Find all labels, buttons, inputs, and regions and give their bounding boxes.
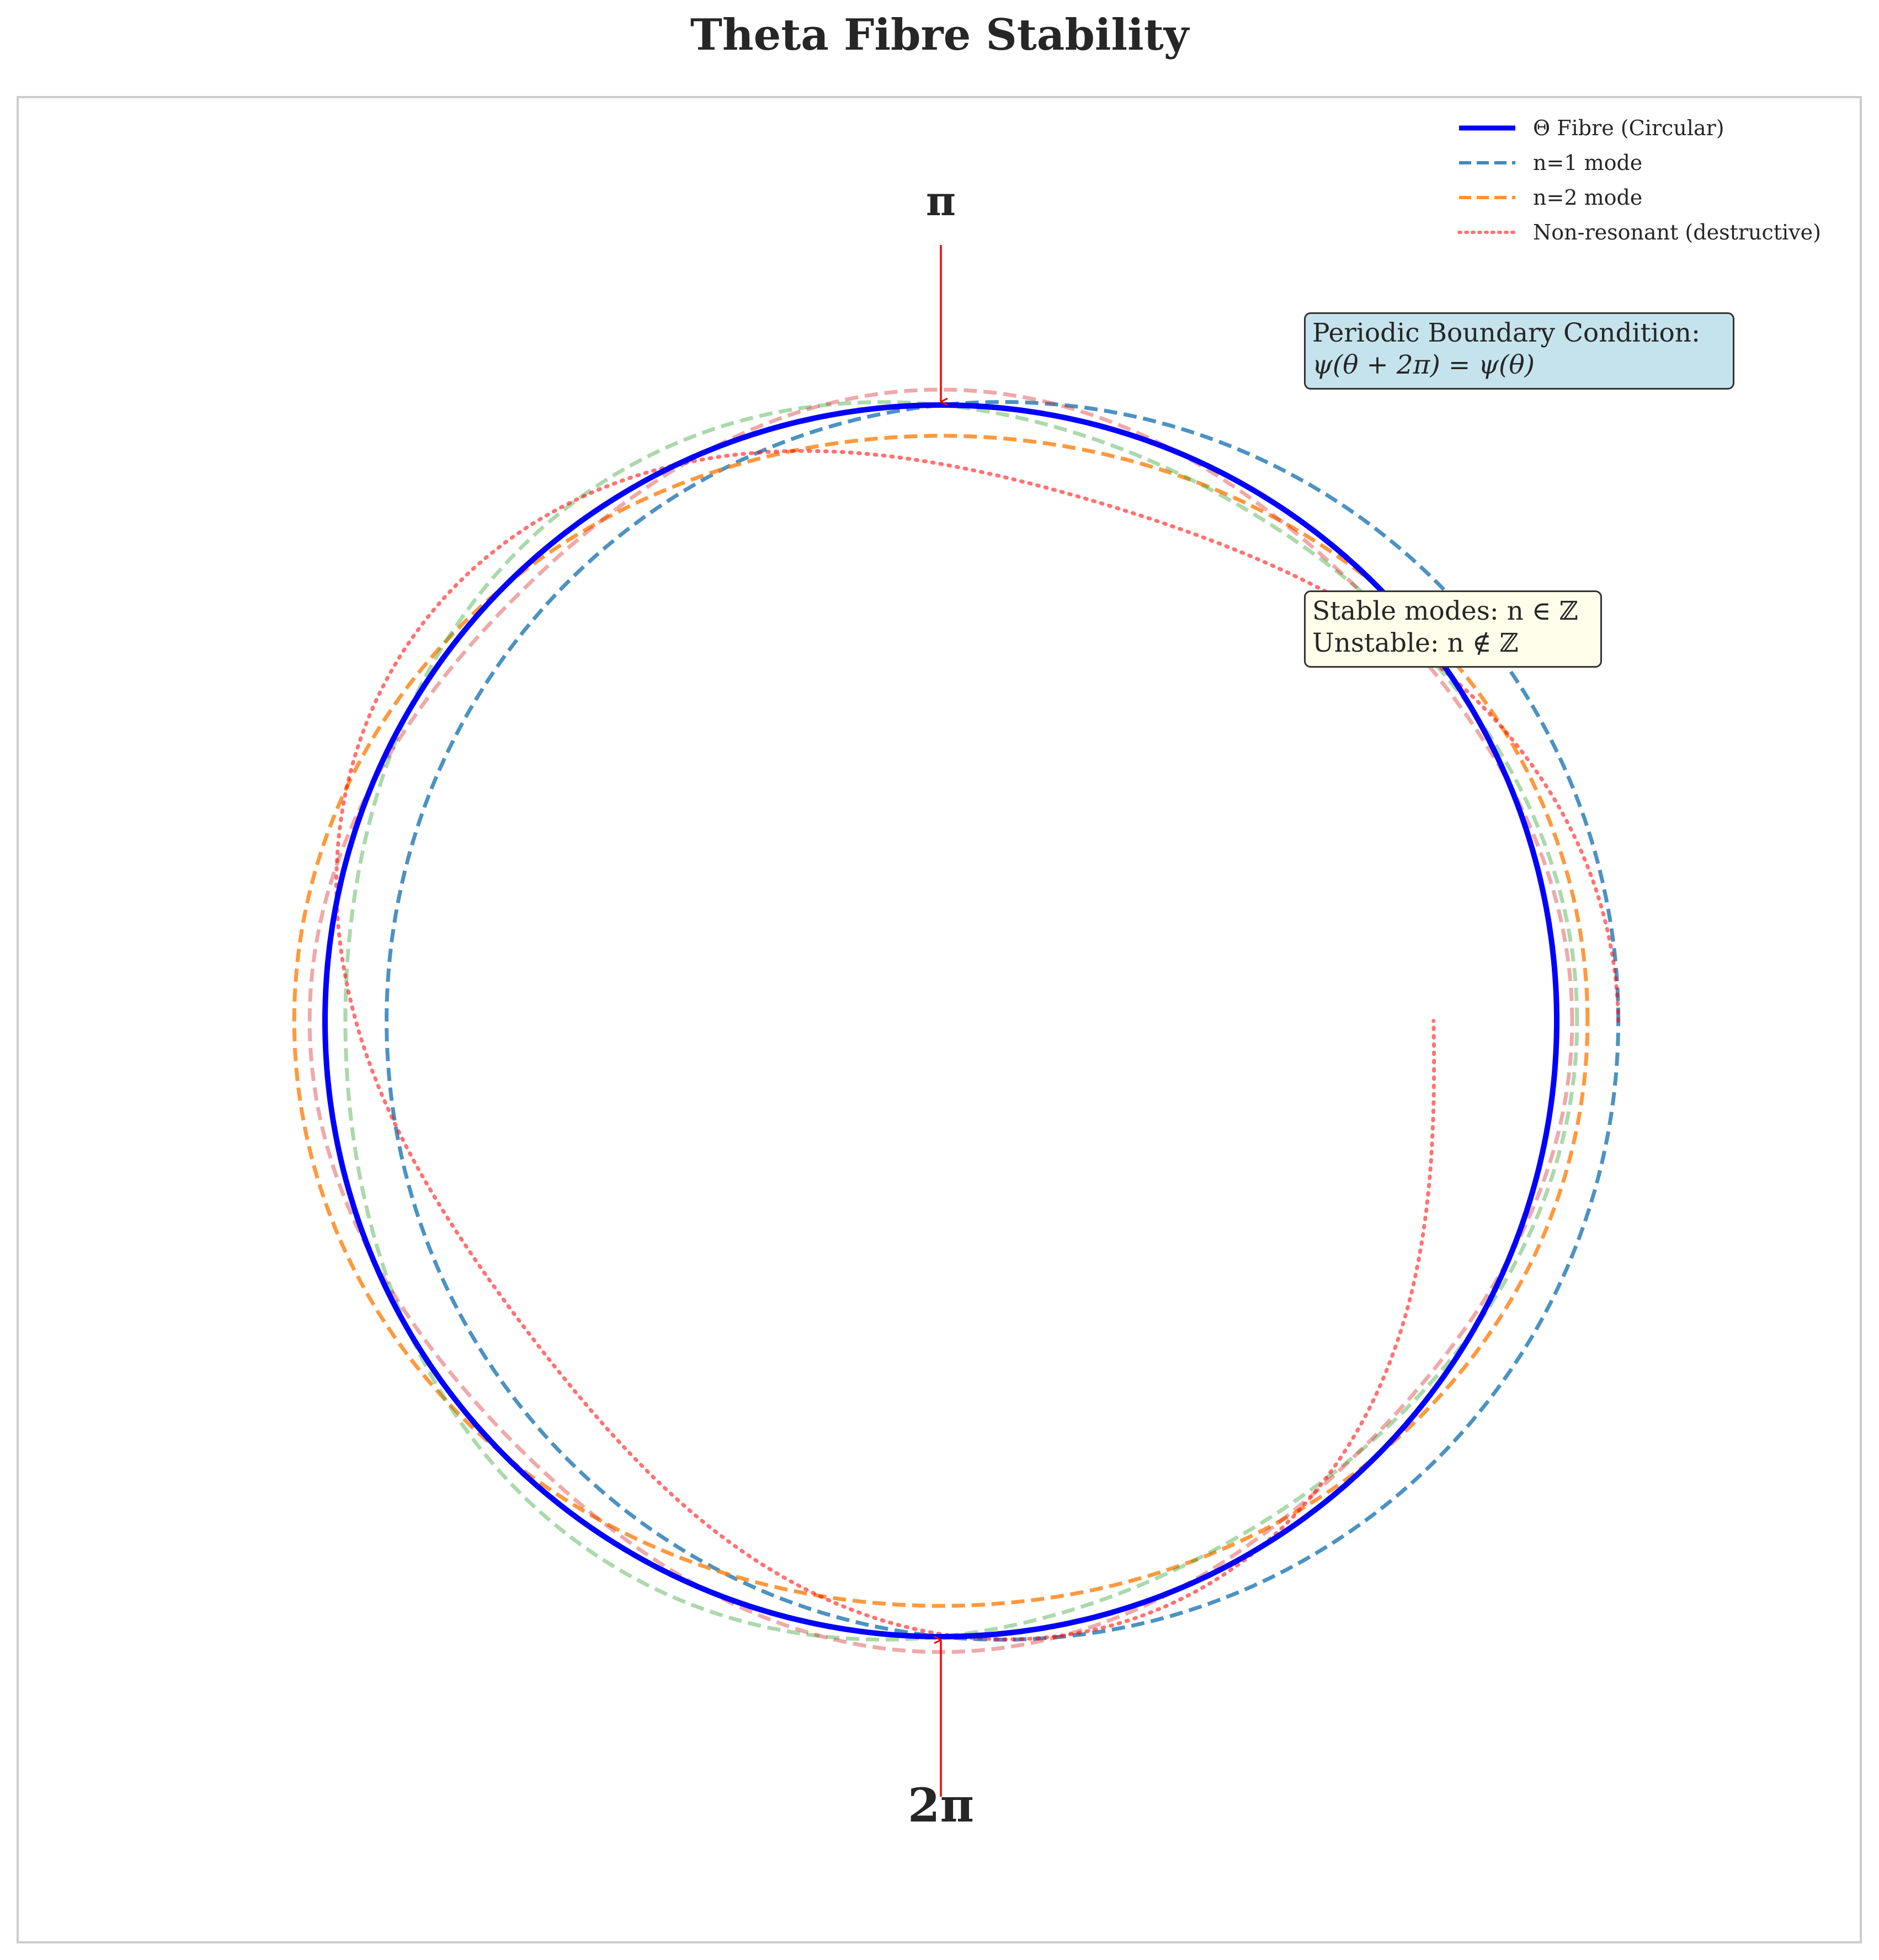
legend-swatch-n1 — [1459, 161, 1515, 164]
legend-item: Θ Fibre (Circular) — [1457, 110, 1854, 145]
legend-label-n1: n=1 mode — [1533, 150, 1643, 175]
periodic-box-line2: ψ(θ + 2π) = ψ(θ) — [1312, 350, 1535, 380]
legend: Θ Fibre (Circular) n=1 mode n=2 mode Non… — [1457, 110, 1854, 249]
legend-item: Non-resonant (destructive) — [1457, 215, 1854, 249]
legend-item: n=1 mode — [1457, 145, 1854, 180]
stable-box-line2: Unstable: n ∉ ℤ — [1312, 628, 1519, 658]
legend-label-fibre: Θ Fibre (Circular) — [1533, 115, 1724, 140]
stable-box-line1: Stable modes: n ∈ ℤ — [1312, 596, 1578, 626]
annotation-label-pi: π — [925, 178, 956, 225]
periodic-box-line1: Periodic Boundary Condition: — [1312, 318, 1700, 348]
series-line-fibre-circular — [322, 402, 1559, 1639]
legend-label-n2: n=2 mode — [1533, 185, 1643, 210]
stable-modes-box: Stable modes: n ∈ ℤ Unstable: n ∉ ℤ — [1304, 590, 1602, 668]
legend-item: n=2 mode — [1457, 180, 1854, 215]
series-layer — [292, 387, 1621, 1654]
periodic-boundary-box: Periodic Boundary Condition: ψ(θ + 2π) =… — [1304, 312, 1734, 390]
legend-swatch-nonresonant — [1457, 230, 1517, 234]
legend-swatch-n2 — [1459, 195, 1515, 199]
series-line-mode-3 — [343, 400, 1579, 1642]
theta-fibre-chart — [292, 245, 1621, 1797]
annotation-label-2pi: 2π — [908, 1778, 974, 1833]
series-line-mode-4 — [307, 387, 1574, 1654]
legend-swatch-fibre — [1459, 125, 1515, 130]
legend-label-nonresonant: Non-resonant (destructive) — [1533, 220, 1821, 244]
